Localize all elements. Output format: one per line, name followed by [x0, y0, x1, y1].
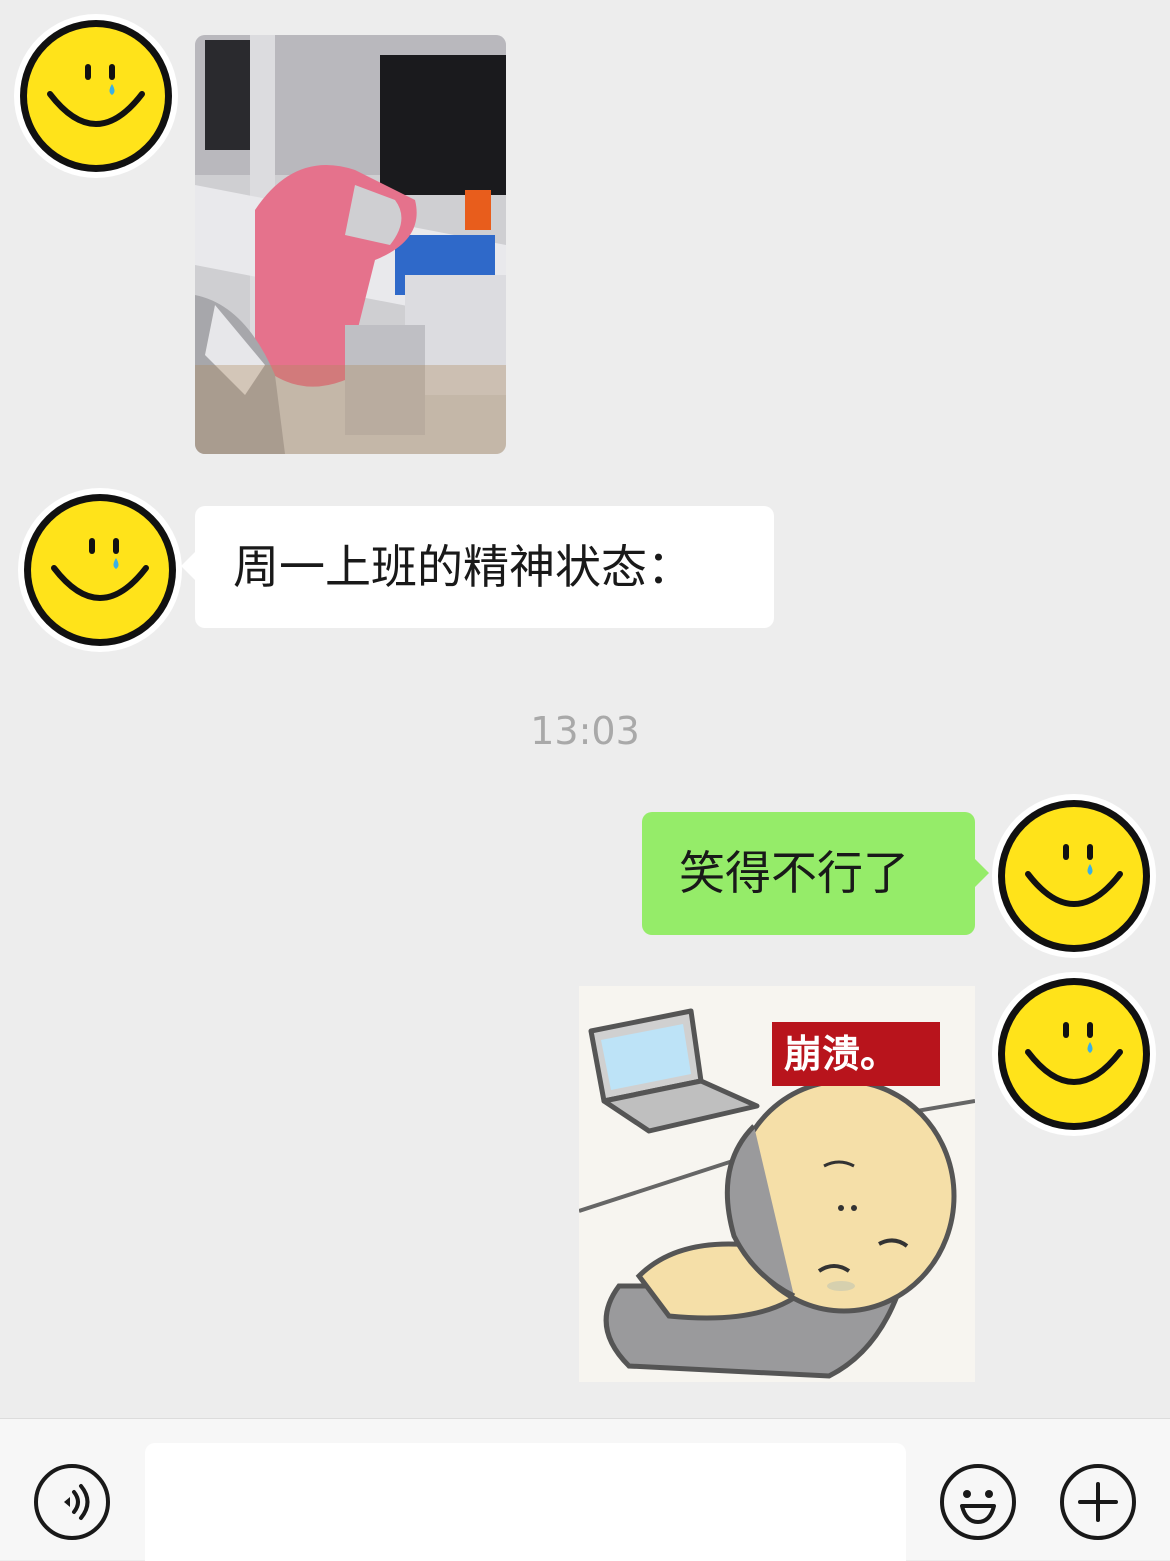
message-input[interactable] — [145, 1443, 906, 1561]
chat-area[interactable]: 周一上班的精神状态： 13:03 笑得不行了 崩溃。 — [0, 0, 1170, 1418]
incoming-text-message[interactable]: 周一上班的精神状态： — [181, 506, 774, 628]
emoji-button[interactable] — [938, 1462, 1018, 1542]
office-photo — [195, 35, 506, 454]
smiley-face-with-tear-icon — [14, 14, 178, 178]
sticker-message[interactable]: 崩溃。 — [579, 986, 975, 1382]
more-button[interactable] — [1058, 1462, 1138, 1542]
contact-avatar[interactable] — [16, 486, 184, 654]
message-timestamp: 13:03 — [530, 709, 640, 753]
image-message[interactable] — [195, 35, 506, 454]
voice-button[interactable] — [32, 1462, 112, 1542]
emoji-icon — [940, 1464, 1016, 1540]
my-avatar[interactable] — [990, 792, 1158, 960]
input-bar — [0, 1418, 1170, 1561]
voice-icon — [34, 1464, 110, 1540]
smiley-face-with-tear-icon — [992, 794, 1156, 958]
contact-avatar[interactable] — [12, 12, 180, 180]
smiley-face-with-tear-icon — [18, 488, 182, 652]
plus-icon — [1060, 1464, 1136, 1540]
smiley-face-with-tear-icon — [992, 972, 1156, 1136]
my-avatar[interactable] — [990, 970, 1158, 1138]
sticker-caption: 崩溃。 — [772, 1022, 940, 1086]
outgoing-text-message[interactable]: 笑得不行了 — [642, 812, 989, 935]
